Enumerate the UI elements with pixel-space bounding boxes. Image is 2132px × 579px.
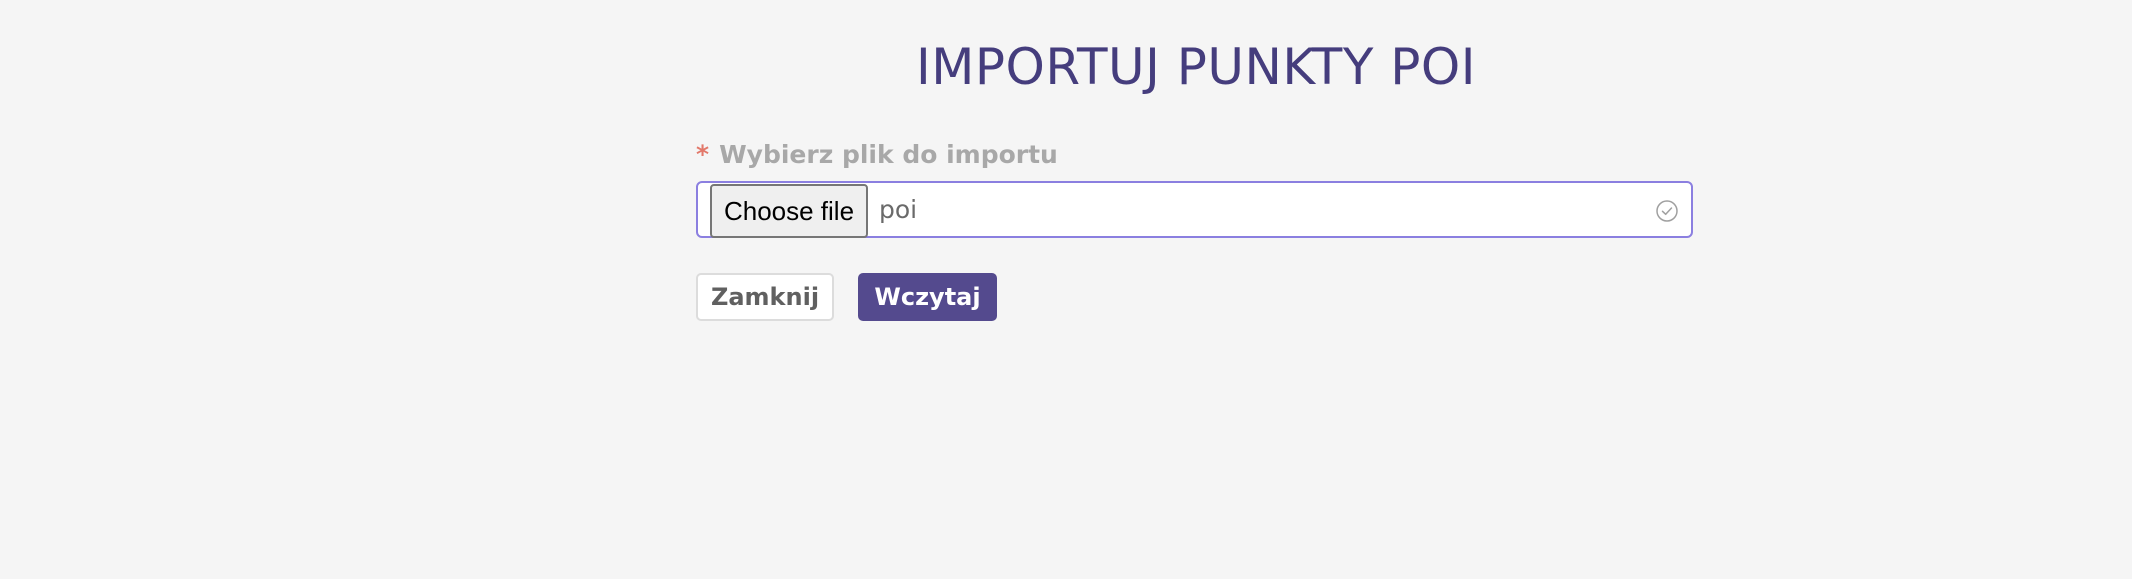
file-label-text: Wybierz plik do importu xyxy=(719,140,1058,169)
required-mark: * xyxy=(696,140,710,169)
file-input[interactable]: Choose file poi xyxy=(696,181,1693,238)
selected-file-name: poi xyxy=(879,195,918,224)
page-title: IMPORTUJ PUNKTY POI xyxy=(915,38,1477,96)
choose-file-button[interactable]: Choose file xyxy=(710,184,868,238)
load-button[interactable]: Wczytaj xyxy=(858,273,997,321)
close-button[interactable]: Zamknij xyxy=(696,273,834,321)
file-field-label: * Wybierz plik do importu xyxy=(696,140,1058,169)
check-circle-icon xyxy=(1656,200,1678,222)
